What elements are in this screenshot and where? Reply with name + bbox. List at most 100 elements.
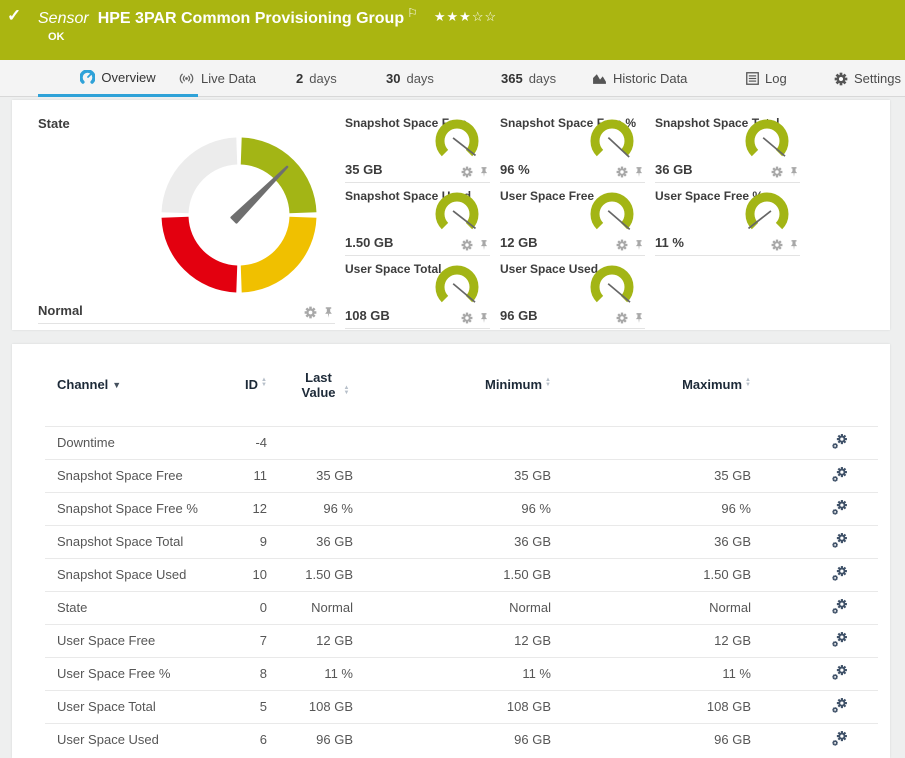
tab-30-days-word: days <box>406 71 434 86</box>
channel-maximum <box>551 425 751 459</box>
gauge-value: 1.50 GB <box>345 235 394 250</box>
tab-365-days-number: 365 <box>501 71 523 86</box>
channel-minimum: 11 % <box>353 656 551 690</box>
tab-2-days[interactable]: 2 days <box>296 60 337 97</box>
pin-icon[interactable] <box>478 312 490 324</box>
gear-icon[interactable] <box>461 312 473 324</box>
channel-last-value: 108 GB <box>267 689 353 723</box>
pin-icon[interactable] <box>633 239 645 251</box>
channel-settings-gears-icon[interactable] <box>831 598 848 615</box>
table-row: Snapshot Space Used 10 1.50 GB 1.50 GB 1… <box>45 557 878 591</box>
gauge-value: 108 GB <box>345 308 390 323</box>
historic-chart-icon <box>593 74 606 84</box>
mini-gauge <box>587 116 637 158</box>
channel-maximum: 11 % <box>551 656 751 690</box>
gauge-tile-state: State Normal <box>38 110 335 324</box>
mini-gauge <box>587 262 637 308</box>
channel-settings-gears-icon[interactable] <box>831 532 848 549</box>
gauge-needle <box>230 165 289 224</box>
tab-overview-label: Overview <box>101 69 156 85</box>
sort-arrows-icon: ▲ ▼ <box>545 377 551 389</box>
pin-icon[interactable] <box>788 166 800 178</box>
gauge-icon <box>80 69 96 84</box>
channel-name: Snapshot Space Total <box>45 524 205 558</box>
tab-30-days[interactable]: 30 days <box>386 60 434 97</box>
gauge-title: State <box>38 116 70 131</box>
table-row: Snapshot Space Total 9 36 GB 36 GB 36 GB <box>45 524 878 558</box>
log-icon <box>746 72 759 85</box>
pin-icon[interactable] <box>788 239 800 251</box>
gauge-tile-user-space-total: User Space Total 108 GB <box>345 256 490 329</box>
tab-historic-data[interactable]: Historic Data <box>592 60 687 97</box>
sensor-header: ✓ Sensor HPE 3PAR Common Provisioning Gro… <box>0 0 905 60</box>
gauge-value: 96 % <box>500 162 530 177</box>
channel-minimum: 35 GB <box>353 458 551 492</box>
mini-gauge <box>432 116 482 162</box>
tab-log[interactable]: Log <box>746 60 787 97</box>
sort-arrows-icon: ▲ ▼ <box>745 377 751 389</box>
live-data-icon <box>179 73 194 84</box>
mini-gauge <box>432 262 482 308</box>
pin-icon[interactable] <box>478 239 490 251</box>
channel-last-value: 11 % <box>267 656 353 690</box>
column-header-last-value[interactable]: Last Value ▲ ▼ <box>267 344 353 426</box>
tab-365-days-word: days <box>528 71 557 86</box>
column-header-channel[interactable]: Channel ▼ <box>45 344 205 426</box>
channel-maximum: 108 GB <box>551 689 751 723</box>
table-row: User Space Used 6 96 GB 96 GB 96 GB <box>45 722 878 756</box>
table-row: Snapshot Space Free % 12 96 % 96 % 96 % <box>45 491 878 525</box>
gauge-tile-snapshot-space-used: Snapshot Space Used 1.50 GB <box>345 183 490 256</box>
channel-minimum: 1.50 GB <box>353 557 551 591</box>
gear-icon[interactable] <box>616 239 628 251</box>
channel-minimum: 96 % <box>353 491 551 525</box>
tab-30-days-number: 30 <box>386 71 401 86</box>
sensor-title: HPE 3PAR Common Provisioning Group <box>97 10 405 27</box>
channel-settings-gears-icon[interactable] <box>831 697 848 714</box>
channel-settings-gears-icon[interactable] <box>831 664 848 681</box>
channel-settings-gears-icon[interactable] <box>831 499 848 516</box>
channel-settings-gears-icon[interactable] <box>831 565 848 582</box>
priority-stars[interactable]: ★★★☆☆ <box>434 9 497 24</box>
tab-365-days[interactable]: 365 days <box>501 60 556 97</box>
stars-empty[interactable]: ☆☆ <box>472 9 497 24</box>
pin-icon[interactable] <box>478 166 490 178</box>
status-check-icon: ✓ <box>7 6 22 25</box>
channel-id: 10 <box>205 557 267 591</box>
gear-icon[interactable] <box>461 239 473 251</box>
pin-icon[interactable] <box>633 312 645 324</box>
channel-id: -4 <box>205 425 267 459</box>
priority-flag-icon[interactable]: ⚐ <box>407 6 418 20</box>
tab-overview[interactable]: Overview <box>38 60 198 97</box>
channel-last-value: 35 GB <box>267 458 353 492</box>
channel-maximum: Normal <box>551 590 751 624</box>
channel-id: 9 <box>205 524 267 558</box>
channel-minimum: 108 GB <box>353 689 551 723</box>
column-header-id[interactable]: ID ▲ ▼ <box>205 344 267 426</box>
pin-icon[interactable] <box>633 166 645 178</box>
gear-icon[interactable] <box>771 239 783 251</box>
channel-settings-gears-icon[interactable] <box>831 433 848 450</box>
channel-settings-gears-icon[interactable] <box>831 466 848 483</box>
gauge-tile-user-space-used: User Space Used 96 GB <box>500 256 645 329</box>
gear-icon[interactable] <box>616 312 628 324</box>
gear-icon[interactable] <box>461 166 473 178</box>
gear-icon[interactable] <box>616 166 628 178</box>
channel-settings-gears-icon[interactable] <box>831 631 848 648</box>
channel-settings-gears-icon[interactable] <box>831 730 848 747</box>
channel-id: 6 <box>205 722 267 756</box>
stars-filled[interactable]: ★★★ <box>434 9 472 24</box>
channel-last-value: 96 % <box>267 491 353 525</box>
gear-icon[interactable] <box>771 166 783 178</box>
channel-name: User Space Free % <box>45 656 205 690</box>
gear-icon[interactable] <box>304 306 317 319</box>
channel-last-value: Normal <box>267 590 353 624</box>
column-header-maximum[interactable]: Maximum ▲ ▼ <box>551 344 751 426</box>
channel-minimum <box>353 425 551 459</box>
tab-settings[interactable]: Settings <box>834 60 901 97</box>
column-header-minimum[interactable]: Minimum ▲ ▼ <box>353 344 551 426</box>
tab-log-label: Log <box>765 71 787 86</box>
tab-live-data[interactable]: Live Data <box>178 60 256 97</box>
channel-name: Snapshot Space Free <box>45 458 205 492</box>
pin-icon[interactable] <box>322 306 335 319</box>
sort-caret-icon: ▼ <box>112 380 122 391</box>
